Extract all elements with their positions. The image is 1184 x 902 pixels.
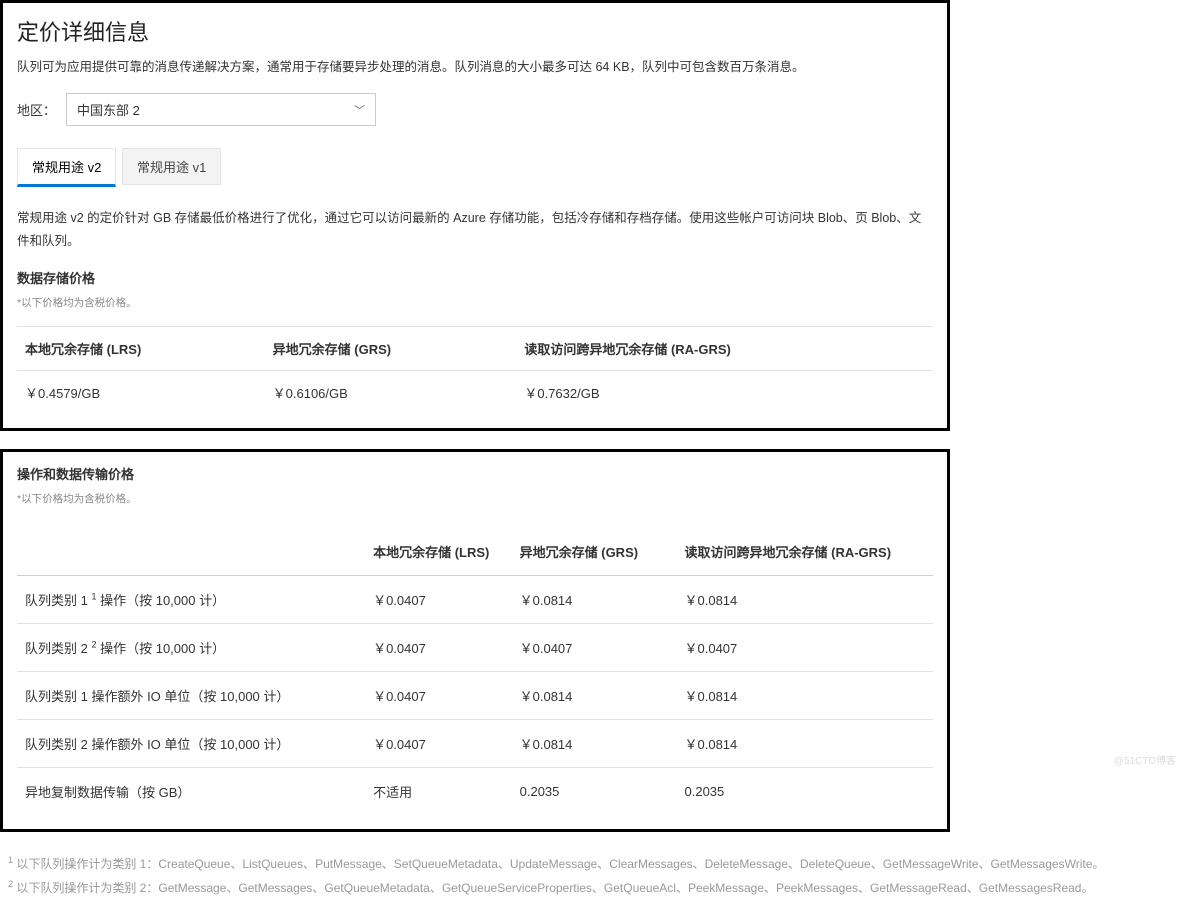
- cell-ragrs: ￥0.0814: [677, 576, 934, 624]
- table-row: 异地复制数据传输（按 GB） 不适用 0.2035 0.2035: [17, 768, 933, 816]
- cell-lrs: ￥0.0407: [365, 672, 512, 720]
- cell-lrs: ￥0.4579/GB: [17, 371, 265, 415]
- chevron-down-icon: ﹀: [354, 102, 365, 118]
- cell-grs: ￥0.0814: [512, 720, 677, 768]
- region-value: 中国东部 2: [77, 100, 140, 119]
- table-row: 队列类别 1 1 操作（按 10,000 计） ￥0.0407 ￥0.0814 …: [17, 576, 933, 624]
- table-header-row: 本地冗余存储 (LRS) 异地冗余存储 (GRS) 读取访问跨异地冗余存储 (R…: [17, 327, 933, 371]
- footnote-1: 1 以下队列操作计为类别 1：CreateQueue、ListQueues、Pu…: [8, 852, 1176, 876]
- row-label: 队列类别 1 1 操作（按 10,000 计）: [17, 576, 365, 624]
- cell-lrs: ￥0.0407: [365, 576, 512, 624]
- storage-price-heading: 数据存储价格: [17, 268, 933, 287]
- table-header-row: 本地冗余存储 (LRS) 异地冗余存储 (GRS) 读取访问跨异地冗余存储 (R…: [17, 522, 933, 576]
- tab-general-v2[interactable]: 常规用途 v2: [17, 148, 116, 187]
- col-ragrs: 读取访问跨异地冗余存储 (RA-GRS): [516, 327, 933, 371]
- operations-price-panel: 操作和数据传输价格 *以下价格均为含税价格。 本地冗余存储 (LRS) 异地冗余…: [0, 449, 950, 832]
- tab-general-v1[interactable]: 常规用途 v1: [122, 148, 221, 185]
- cell-grs: 0.2035: [512, 768, 677, 816]
- region-select[interactable]: 中国东部 2 ﹀: [66, 93, 376, 126]
- cell-ragrs: ￥0.0407: [677, 624, 934, 672]
- tax-note: *以下价格均为含税价格。: [17, 491, 933, 506]
- table-row: 队列类别 2 2 操作（按 10,000 计） ￥0.0407 ￥0.0407 …: [17, 624, 933, 672]
- cell-lrs: ￥0.0407: [365, 720, 512, 768]
- cell-grs: ￥0.0407: [512, 624, 677, 672]
- page-title: 定价详细信息: [17, 15, 933, 47]
- cell-grs: ￥0.6106/GB: [265, 371, 517, 415]
- watermark: @51CTO博客: [1114, 752, 1176, 767]
- table-row: 队列类别 2 操作额外 IO 单位（按 10,000 计） ￥0.0407 ￥0…: [17, 720, 933, 768]
- pricing-detail-panel: 定价详细信息 队列可为应用提供可靠的消息传递解决方案，通常用于存储要异步处理的消…: [0, 0, 950, 431]
- cell-grs: ￥0.0814: [512, 576, 677, 624]
- col-lrs: 本地冗余存储 (LRS): [365, 522, 512, 576]
- cell-ragrs: ￥0.0814: [677, 672, 934, 720]
- intro-text: 队列可为应用提供可靠的消息传递解决方案，通常用于存储要异步处理的消息。队列消息的…: [17, 57, 933, 77]
- footnotes: 1 以下队列操作计为类别 1：CreateQueue、ListQueues、Pu…: [0, 850, 1184, 902]
- row-label: 队列类别 2 操作额外 IO 单位（按 10,000 计）: [17, 720, 365, 768]
- cell-grs: ￥0.0814: [512, 672, 677, 720]
- table-row: ￥0.4579/GB ￥0.6106/GB ￥0.7632/GB: [17, 371, 933, 415]
- tab-description: 常规用途 v2 的定价针对 GB 存储最低价格进行了优化，通过它可以访问最新的 …: [17, 207, 933, 252]
- region-label: 地区：: [17, 100, 56, 119]
- col-blank: [17, 522, 365, 576]
- cell-lrs: 不适用: [365, 768, 512, 816]
- cell-ragrs: 0.2035: [677, 768, 934, 816]
- tax-note: *以下价格均为含税价格。: [17, 295, 933, 310]
- col-lrs: 本地冗余存储 (LRS): [17, 327, 265, 371]
- region-row: 地区： 中国东部 2 ﹀: [17, 93, 933, 126]
- table-row: 队列类别 1 操作额外 IO 单位（按 10,000 计） ￥0.0407 ￥0…: [17, 672, 933, 720]
- operations-price-heading: 操作和数据传输价格: [17, 464, 933, 483]
- storage-price-table: 本地冗余存储 (LRS) 异地冗余存储 (GRS) 读取访问跨异地冗余存储 (R…: [17, 326, 933, 414]
- row-label: 队列类别 2 2 操作（按 10,000 计）: [17, 624, 365, 672]
- col-ragrs: 读取访问跨异地冗余存储 (RA-GRS): [677, 522, 934, 576]
- operations-price-table: 本地冗余存储 (LRS) 异地冗余存储 (GRS) 读取访问跨异地冗余存储 (R…: [17, 522, 933, 815]
- cell-lrs: ￥0.0407: [365, 624, 512, 672]
- version-tabs: 常规用途 v2 常规用途 v1: [17, 148, 933, 187]
- cell-ragrs: ￥0.7632/GB: [516, 371, 933, 415]
- cell-ragrs: ￥0.0814: [677, 720, 934, 768]
- row-label: 异地复制数据传输（按 GB）: [17, 768, 365, 816]
- footnote-2: 2 以下队列操作计为类别 2：GetMessage、GetMessages、Ge…: [8, 876, 1176, 900]
- col-grs: 异地冗余存储 (GRS): [512, 522, 677, 576]
- row-label: 队列类别 1 操作额外 IO 单位（按 10,000 计）: [17, 672, 365, 720]
- col-grs: 异地冗余存储 (GRS): [265, 327, 517, 371]
